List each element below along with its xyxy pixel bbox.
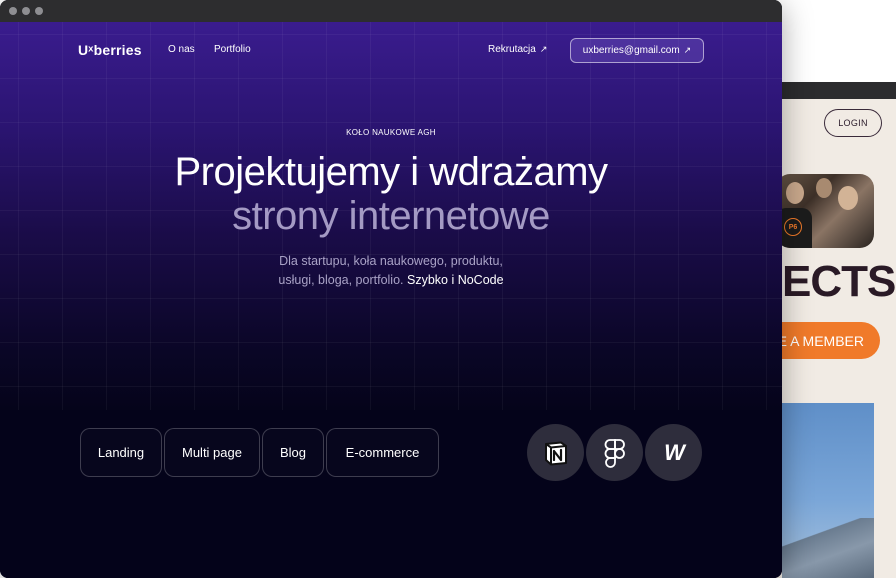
service-pill-landing[interactable]: Landing [80,428,162,477]
webflow-icon: W [645,424,702,481]
figma-logo-svg [604,438,625,468]
hero-eyebrow: KOŁO NAUKOWE AGH [346,128,436,137]
notion-icon [527,424,584,481]
top-navigation: Uˣberries O nas Portfolio Rekrutacja ↗ ux… [0,22,782,78]
foreground-browser-window: Uˣberries O nas Portfolio Rekrutacja ↗ ux… [0,0,782,578]
hero-subtitle-highlight: Szybko i NoCode [406,273,504,287]
brand-logo[interactable]: Uˣberries [78,42,142,58]
notion-logo-svg [544,441,567,465]
hero-subtitle-line2: usługi, bloga, portfolio. Szybko i NoCod… [0,271,782,290]
nav-link-portfolio[interactable]: Portfolio [214,44,251,55]
webflow-glyph: W [664,439,685,465]
service-pill-multi-page[interactable]: Multi page [164,428,260,477]
window-dot-minimize[interactable] [22,7,30,15]
nav-link-rekrutacja[interactable]: Rekrutacja ↗ [488,44,547,55]
arrow-up-right-icon: ↗ [683,45,692,55]
team-photo: P6 [776,174,874,248]
rekrutacja-label: Rekrutacja [488,44,536,55]
hero-subtitle-line1: Dla startupu, koła naukowego, produktu, [279,254,503,268]
nav-link-o-nas[interactable]: O nas [168,44,195,55]
login-button[interactable]: LOGIN [824,109,882,137]
hero-headline-secondary: strony internetowe [232,194,550,238]
hero-headline: Projektujemy i wdrażamy [174,150,608,194]
building-image [782,403,874,578]
browser-chrome [0,0,782,22]
arrow-up-right-icon: ↗ [539,44,548,54]
hero-subtitle-text: usługi, bloga, portfolio. [278,273,407,287]
person-head [786,182,804,204]
building-structure [782,518,874,578]
person-head [838,186,858,210]
hero-subtitle: Dla startupu, koła naukowego, produktu, … [0,252,782,290]
email-label: uxberries@gmail.com [582,45,680,56]
background-heading: ECTS [782,257,896,306]
shirt-logo: P6 [784,218,802,236]
service-pill-e-commerce[interactable]: E-commerce [326,428,439,477]
window-dot-maximize[interactable] [35,7,43,15]
service-pill-blog[interactable]: Blog [262,428,324,477]
person-head [816,178,832,198]
figma-icon [586,424,643,481]
window-dot-close[interactable] [9,7,17,15]
email-button[interactable]: uxberries@gmail.com ↗ [570,38,704,63]
